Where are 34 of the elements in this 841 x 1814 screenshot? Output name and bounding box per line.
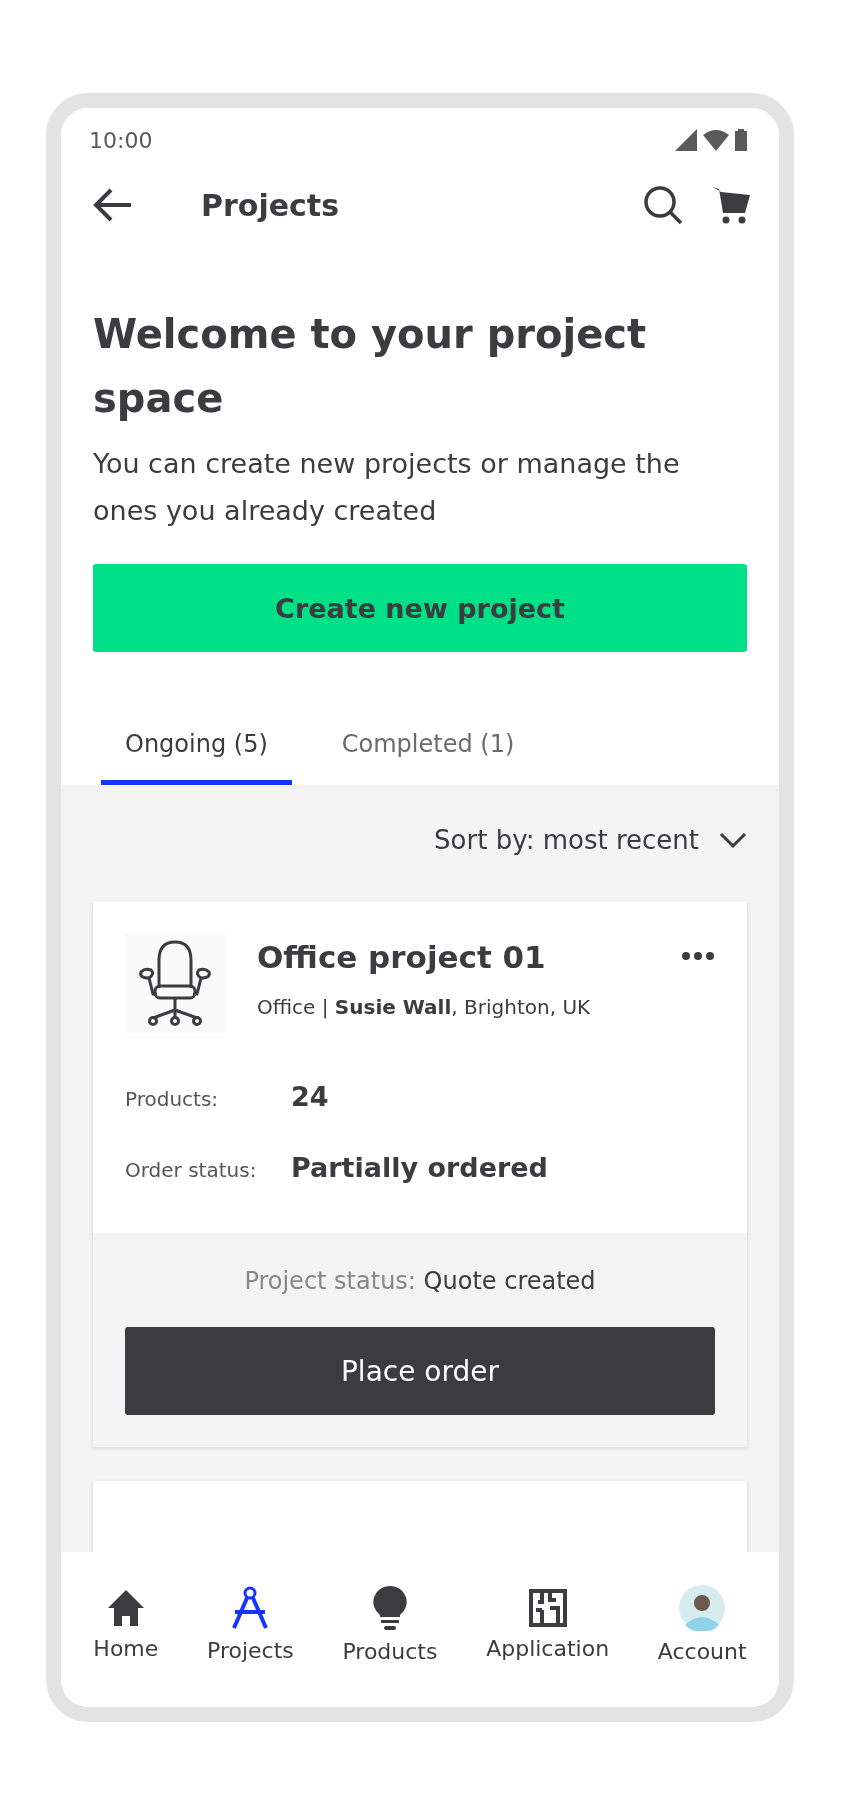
products-label: Products: [125,1087,220,1111]
order-status-value: Partially ordered [291,1152,548,1183]
page-title: Projects [201,187,340,223]
project-status-value: Quote created [423,1267,596,1295]
project-details: Office | Susie Wall, Brighton, UK [257,995,592,1019]
search-icon[interactable] [643,185,683,225]
nav-item[interactable]: Home [93,1588,159,1661]
more-options-icon[interactable] [681,951,715,961]
cart-icon[interactable] [711,185,751,225]
lightbulb-icon [372,1585,407,1631]
sort-dropdown[interactable]: Sort by: most recent [434,825,747,855]
create-project-button[interactable]: Create new project [93,564,747,652]
compass-icon [230,1586,271,1630]
tab[interactable]: Completed (1) [317,730,539,785]
nav-item[interactable]: Application [486,1588,610,1661]
products-count: 24 [291,1081,329,1112]
floor-plan-icon [527,1588,568,1628]
back-arrow-icon[interactable] [93,187,133,223]
signal-icon [675,129,697,151]
nav-item[interactable]: Account [657,1585,747,1664]
chevron-down-icon [719,831,747,849]
nav-item[interactable]: Projects [207,1586,294,1663]
nav-item[interactable]: Products [342,1585,438,1664]
avatar-icon [679,1585,726,1631]
wifi-icon [703,129,729,151]
welcome-heading: Welcome to your project space [93,310,648,423]
order-status-label: Order status: [125,1158,258,1182]
intro-text: You can create new projects or manage the ones you already created [93,447,681,528]
project-status-label: Project status: [244,1267,416,1295]
project-title: Office project 01 [257,939,547,975]
chair-icon [125,933,225,1033]
status-time: 10:00 [89,127,153,153]
place-order-button[interactable]: Place order [125,1327,715,1415]
battery-icon [735,129,747,151]
